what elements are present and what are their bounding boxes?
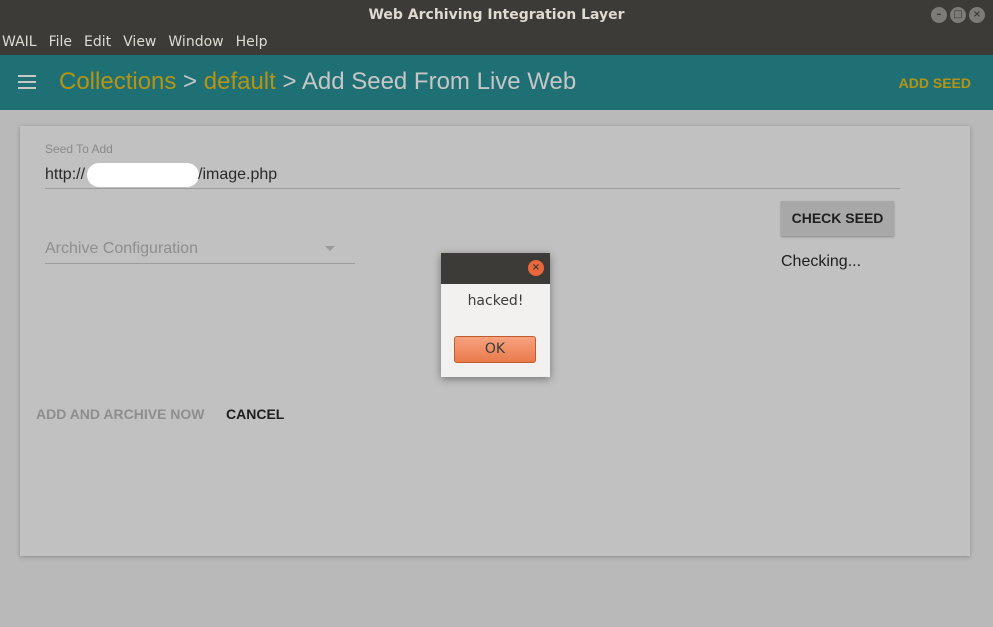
ok-button[interactable]: OK: [454, 336, 536, 363]
menu-window[interactable]: Window: [166, 30, 229, 55]
breadcrumb-separator: >: [176, 68, 204, 95]
archive-configuration-label: Archive Configuration: [45, 240, 198, 257]
menu-view[interactable]: View: [121, 30, 162, 55]
seed-url-input[interactable]: http:// /image.php: [45, 163, 900, 189]
alert-dialog: × hacked! OK: [441, 253, 550, 377]
app-bar: Collections > default > Add Seed From Li…: [0, 55, 993, 110]
maximize-icon[interactable]: □: [950, 7, 966, 23]
add-and-archive-button[interactable]: ADD AND ARCHIVE NOW: [36, 406, 205, 422]
archive-configuration-select[interactable]: Archive Configuration: [45, 236, 355, 264]
check-status-text: Checking...: [781, 253, 862, 270]
alert-message: hacked!: [467, 293, 524, 309]
seed-field-label: Seed To Add: [45, 142, 113, 156]
breadcrumb-collections[interactable]: Collections: [59, 68, 176, 95]
menu-file[interactable]: File: [47, 30, 78, 55]
window-controls: – □ ×: [931, 7, 985, 23]
cancel-button[interactable]: CANCEL: [226, 406, 284, 422]
seed-url-prefix: http://: [45, 166, 86, 183]
breadcrumb-separator: >: [275, 68, 302, 95]
window-titlebar: Web Archiving Integration Layer – □ ×: [0, 0, 993, 30]
window-title: Web Archiving Integration Layer: [368, 7, 625, 23]
minimize-icon[interactable]: –: [931, 7, 947, 23]
menu-edit[interactable]: Edit: [82, 30, 117, 55]
redacted-host: [87, 163, 199, 187]
dropdown-arrow-icon: [325, 246, 335, 251]
seed-url-suffix: /image.php: [198, 166, 278, 183]
breadcrumb-default[interactable]: default: [204, 68, 276, 95]
dialog-titlebar: ×: [441, 253, 550, 284]
menu-bar: WAIL File Edit View Window Help: [0, 30, 993, 55]
menu-help[interactable]: Help: [234, 30, 274, 55]
close-icon[interactable]: ×: [969, 7, 985, 23]
close-icon[interactable]: ×: [528, 260, 544, 276]
breadcrumb-current: Add Seed From Live Web: [301, 68, 577, 95]
menu-wail[interactable]: WAIL: [0, 30, 43, 55]
menu-icon[interactable]: [18, 75, 36, 89]
check-seed-button[interactable]: CHECK SEED: [781, 201, 894, 236]
add-seed-button[interactable]: ADD SEED: [899, 55, 971, 111]
breadcrumb: Collections > default > Add Seed From Li…: [59, 55, 576, 109]
